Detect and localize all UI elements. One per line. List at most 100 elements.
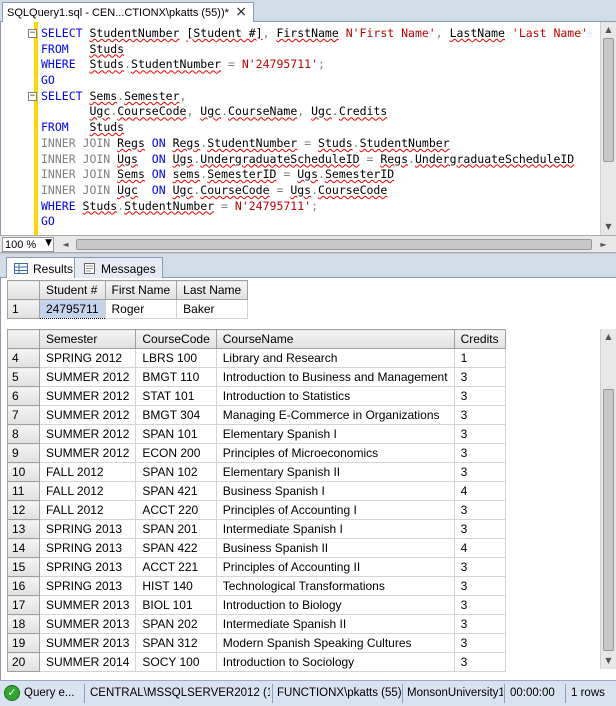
code-line[interactable]: INNER JOIN Regs ON Regs.StudentNumber = …	[27, 136, 588, 152]
row-number[interactable]: 17	[7, 595, 40, 615]
table-row[interactable]: 13 SPRING 2013 SPAN 201 Intermediate Spanis…	[7, 519, 506, 539]
grid-cell[interactable]: SPAN 312	[135, 633, 217, 653]
grid-cell[interactable]: SUMMER 2013	[38, 614, 137, 634]
grid-cell[interactable]: Introduction to Business and Management	[215, 367, 455, 387]
grid-cell[interactable]: SUMMER 2013	[38, 595, 137, 615]
grid-cell[interactable]: Intermediate Spanish I	[215, 519, 455, 539]
grid-cell[interactable]: Technological Transformations	[215, 576, 455, 596]
tab-messages[interactable]: Messages	[74, 257, 163, 278]
chevron-down-icon[interactable]: ▼	[45, 238, 52, 248]
editor-horizontal-scrollbar[interactable]: ◄ ►	[58, 237, 607, 252]
tab-results[interactable]: Results	[6, 257, 81, 279]
table-row[interactable]: 10 FALL 2012 SPAN 102 Elementary Spanish II…	[7, 462, 506, 482]
grid-cell[interactable]: SUMMER 2013	[38, 633, 137, 653]
code-line[interactable]: INNER JOIN Sems ON sems.SemesterID = Ugs…	[27, 167, 588, 183]
scroll-thumb[interactable]	[76, 239, 592, 250]
grid-cell[interactable]: BIOL 101	[135, 595, 217, 615]
grid-cell[interactable]: LBRS 100	[135, 348, 217, 368]
column-header[interactable]: Semester	[38, 329, 137, 349]
table-row[interactable]: 4 SPRING 2012 LBRS 100 Library and Research…	[7, 348, 506, 368]
sql-code[interactable]: SELECT StudentNumber [Student #], FirstN…	[27, 26, 588, 230]
grid-cell[interactable]: 3	[453, 576, 506, 596]
grid-cell[interactable]: SUMMER 2012	[38, 405, 137, 425]
grid-cell[interactable]: 4	[453, 538, 506, 558]
grid-cell[interactable]: 3	[453, 614, 506, 634]
result-grid-2[interactable]: Semester CourseCode CourseName Credits 4 SPRI…	[7, 329, 506, 672]
row-number[interactable]: 8	[7, 424, 40, 444]
grid-cell[interactable]: ACCT 220	[135, 500, 217, 520]
table-row[interactable]: 17 SUMMER 2013 BIOL 101 Introduction to Bio…	[7, 595, 506, 615]
grid-cell[interactable]: Baker	[176, 299, 249, 319]
code-line[interactable]: Ugc.CourseCode, Ugc.CourseName, Ugc.Cred…	[27, 104, 588, 120]
column-header[interactable]: Student #	[39, 280, 106, 300]
code-line[interactable]: GO	[27, 73, 588, 89]
grid-cell[interactable]: 3	[453, 367, 506, 387]
grid-cell[interactable]: Modern Spanish Speaking Cultures	[215, 633, 455, 653]
grid-cell[interactable]: Introduction to Biology	[215, 595, 455, 615]
table-row[interactable]: 20 SUMMER 2014 SOCY 100 Introduction to Soc…	[7, 652, 506, 672]
grid-cell[interactable]: ECON 200	[135, 443, 217, 463]
scroll-thumb[interactable]	[603, 38, 614, 162]
table-row[interactable]: 7 SUMMER 2012 BMGT 304 Managing E-Commerce …	[7, 405, 506, 425]
select-all-corner[interactable]	[7, 280, 40, 300]
row-number[interactable]: 6	[7, 386, 40, 406]
row-number[interactable]: 13	[7, 519, 40, 539]
grid-cell[interactable]: Managing E-Commerce in Organizations	[215, 405, 455, 425]
grid-cell[interactable]: SUMMER 2014	[38, 652, 137, 672]
table-row[interactable]: 18 SUMMER 2013 SPAN 202 Intermediate Spanis…	[7, 614, 506, 634]
grid-cell[interactable]: 4	[453, 481, 506, 501]
column-header[interactable]: First Name	[104, 280, 178, 300]
column-header[interactable]: Last Name	[176, 280, 249, 300]
grid-cell[interactable]: SUMMER 2012	[38, 386, 137, 406]
grid-cell[interactable]: 3	[453, 633, 506, 653]
row-number[interactable]: 9	[7, 443, 40, 463]
scroll-up-icon[interactable]: ▲	[601, 22, 616, 37]
row-number[interactable]: 18	[7, 614, 40, 634]
row-number[interactable]: 11	[7, 481, 40, 501]
grid-cell[interactable]: Principles of Accounting I	[215, 500, 455, 520]
code-line[interactable]: INNER JOIN Ugs ON Ugs.UndergraduateSched…	[27, 152, 588, 168]
code-line[interactable]: FROM Studs	[27, 42, 588, 58]
grid-cell[interactable]: Elementary Spanish I	[215, 424, 455, 444]
code-line[interactable]: WHERE Studs.StudentNumber = N'24795711';	[27, 57, 588, 73]
grid-cell[interactable]: SUMMER 2012	[38, 367, 137, 387]
result-grid-1[interactable]: Student # First Name Last Name 1 24795711 Rog…	[7, 280, 249, 319]
grid-cell[interactable]: SUMMER 2012	[38, 424, 137, 444]
grid-cell[interactable]: SPAN 101	[135, 424, 217, 444]
scroll-left-icon[interactable]: ◄	[58, 237, 73, 252]
grid-cell[interactable]: SPAN 202	[135, 614, 217, 634]
column-header[interactable]: Credits	[453, 329, 506, 349]
grid-vertical-scrollbar[interactable]: ▲ ▼	[600, 329, 616, 669]
grid-cell[interactable]: FALL 2012	[38, 462, 137, 482]
grid-cell[interactable]: SOCY 100	[135, 652, 217, 672]
code-line[interactable]: SELECT StudentNumber [Student #], FirstN…	[27, 26, 588, 42]
table-row[interactable]: 9 SUMMER 2012 ECON 200 Principles of Microe…	[7, 443, 506, 463]
zoom-select[interactable]: 100 % ▼	[2, 237, 54, 252]
grid-cell[interactable]: Introduction to Statistics	[215, 386, 455, 406]
grid-cell[interactable]: SPAN 422	[135, 538, 217, 558]
select-all-corner[interactable]	[7, 329, 40, 349]
row-number[interactable]: 16	[7, 576, 40, 596]
table-row[interactable]: 16 SPRING 2013 HIST 140 Technological Trans…	[7, 576, 506, 596]
grid-cell[interactable]: Principles of Accounting II	[215, 557, 455, 577]
grid-cell[interactable]: 24795711	[39, 299, 106, 319]
row-number[interactable]: 7	[7, 405, 40, 425]
column-header[interactable]: CourseCode	[135, 329, 217, 349]
table-row[interactable]: 11 FALL 2012 SPAN 421 Business Spanish I4	[7, 481, 506, 501]
grid-cell[interactable]: 3	[453, 424, 506, 444]
grid-cell[interactable]: 3	[453, 386, 506, 406]
grid-cell[interactable]: 3	[453, 652, 506, 672]
query-editor[interactable]: − − SELECT StudentNumber [Student #], Fi…	[0, 22, 616, 235]
grid-cell[interactable]: 3	[453, 595, 506, 615]
grid-cell[interactable]: FALL 2012	[38, 481, 137, 501]
grid-cell[interactable]: 3	[453, 462, 506, 482]
scroll-down-icon[interactable]: ▼	[601, 653, 616, 668]
grid-cell[interactable]: 3	[453, 443, 506, 463]
grid-cell[interactable]: HIST 140	[135, 576, 217, 596]
scroll-right-icon[interactable]: ►	[596, 237, 611, 252]
grid-cell[interactable]: 1	[453, 348, 506, 368]
scroll-down-icon[interactable]: ▼	[601, 219, 616, 234]
code-line[interactable]: WHERE Studs.StudentNumber = N'24795711';	[27, 199, 588, 215]
table-row[interactable]: 14 SPRING 2013 SPAN 422 Business Spanish II…	[7, 538, 506, 558]
grid-cell[interactable]: Principles of Microeconomics	[215, 443, 455, 463]
